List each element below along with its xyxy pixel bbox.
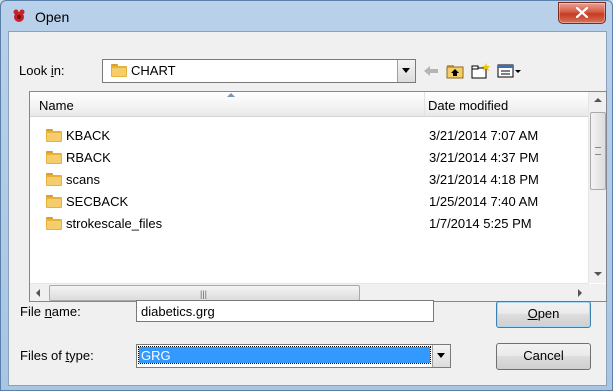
- grip-icon: |||: [200, 289, 208, 299]
- horizontal-scroll-thumb[interactable]: |||: [49, 285, 360, 301]
- folder-icon: [111, 64, 127, 77]
- sort-arrow-icon: [227, 93, 235, 97]
- folder-icon: [46, 151, 62, 164]
- horizontal-scrollbar[interactable]: |||: [30, 283, 589, 301]
- file-date: 1/7/2014 5:25 PM: [429, 216, 532, 231]
- open-dialog: Open Look in: CHART Name Date modified K…: [0, 0, 613, 391]
- list-item[interactable]: SECBACK 1/25/2014 7:40 AM: [30, 190, 589, 212]
- title-bar[interactable]: Open: [1, 1, 612, 31]
- file-date: 3/21/2014 7:07 AM: [429, 128, 539, 143]
- app-icon: [13, 9, 25, 22]
- files-of-type-selection: GRG: [138, 346, 431, 364]
- scroll-down-icon[interactable]: [589, 266, 606, 283]
- files-of-type-combo[interactable]: GRG: [136, 344, 451, 368]
- file-date: 1/25/2014 7:40 AM: [429, 194, 539, 209]
- list-item[interactable]: KBACK 3/21/2014 7:07 AM: [30, 124, 589, 146]
- files-of-type-label: Files of type:: [20, 348, 94, 363]
- file-name: RBACK: [66, 150, 111, 165]
- vertical-scroll-thumb[interactable]: [590, 112, 606, 190]
- open-button-accel: O: [527, 306, 538, 321]
- scroll-left-icon[interactable]: [30, 284, 47, 301]
- file-name: KBACK: [66, 128, 111, 143]
- cancel-button[interactable]: Cancel: [496, 343, 591, 370]
- close-icon: [576, 7, 588, 18]
- file-name-value: diabetics.grg: [141, 304, 215, 319]
- window-title: Open: [35, 9, 70, 25]
- open-button-label: pen: [537, 306, 560, 321]
- column-name-label: Name: [39, 98, 74, 113]
- folder-icon: [46, 195, 62, 208]
- scroll-right-icon[interactable]: [572, 284, 589, 301]
- look-in-combo[interactable]: CHART: [102, 59, 416, 83]
- file-date: 3/21/2014 4:37 PM: [429, 150, 539, 165]
- list-item[interactable]: scans 3/21/2014 4:18 PM: [30, 168, 589, 190]
- file-date: 3/21/2014 4:18 PM: [429, 172, 539, 187]
- file-name: strokescale_files: [66, 216, 163, 231]
- up-folder-icon[interactable]: [445, 62, 465, 80]
- list-header: Name Date modified: [30, 92, 589, 117]
- dialog-body: Look in: CHART Name Date modified KBACK …: [8, 31, 607, 386]
- column-date-label: Date modified: [428, 98, 509, 113]
- look-in-label: Look in:: [19, 63, 65, 78]
- new-folder-icon[interactable]: [471, 62, 491, 80]
- view-menu-icon[interactable]: [497, 62, 523, 80]
- chevron-down-icon[interactable]: [432, 345, 450, 367]
- chevron-down-icon[interactable]: [397, 60, 415, 82]
- open-button[interactable]: Open: [496, 301, 591, 328]
- back-arrow-icon[interactable]: [421, 62, 441, 80]
- close-button[interactable]: [558, 2, 606, 24]
- files-of-type-value: GRG: [141, 348, 171, 363]
- column-header-name[interactable]: Name: [30, 92, 425, 116]
- look-in-value: CHART: [131, 63, 176, 78]
- column-header-date[interactable]: Date modified: [425, 92, 589, 116]
- folder-icon: [46, 173, 62, 186]
- list-item[interactable]: strokescale_files 1/7/2014 5:25 PM: [30, 212, 589, 234]
- file-name-label: File name:: [20, 304, 81, 319]
- file-name: SECBACK: [66, 194, 129, 209]
- scroll-up-icon[interactable]: [589, 92, 606, 109]
- vertical-scrollbar[interactable]: [588, 92, 606, 283]
- file-name: scans: [66, 172, 100, 187]
- folder-icon: [46, 217, 62, 230]
- file-list[interactable]: Name Date modified KBACK 3/21/2014 7:07 …: [29, 91, 607, 302]
- scroll-corner: [589, 284, 606, 301]
- file-name-input[interactable]: diabetics.grg: [136, 300, 434, 322]
- folder-icon: [46, 129, 62, 142]
- list-item[interactable]: RBACK 3/21/2014 4:37 PM: [30, 146, 589, 168]
